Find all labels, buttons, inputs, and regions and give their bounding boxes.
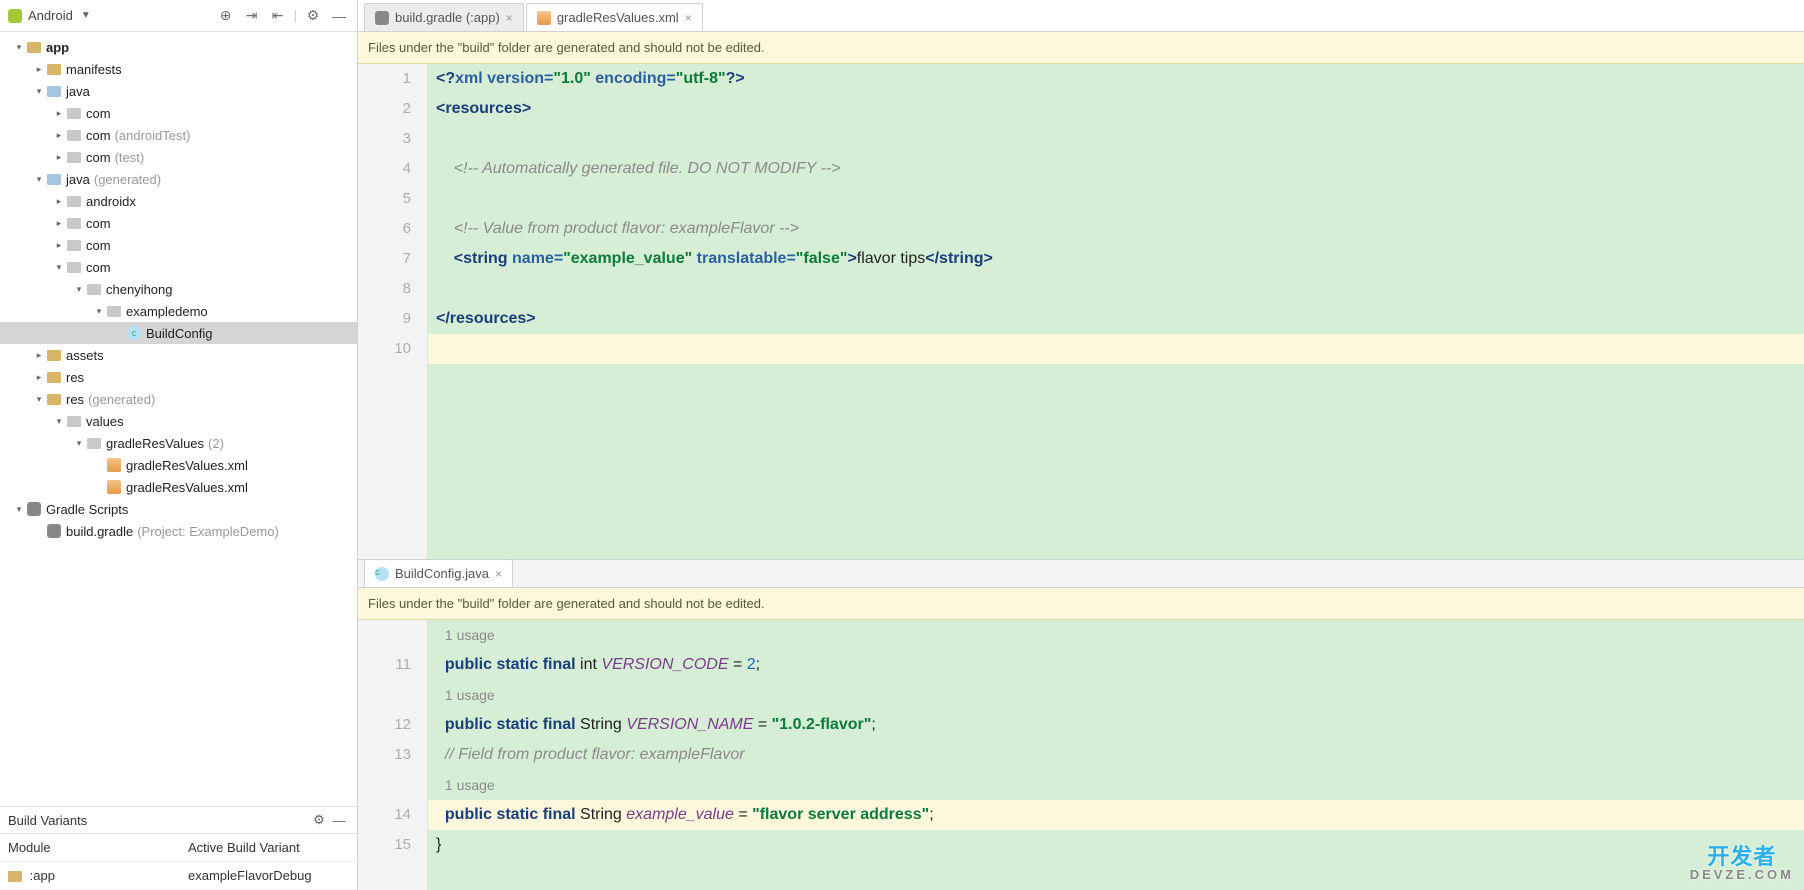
hide-icon[interactable]: — — [329, 813, 349, 828]
main-area: build.gradle (:app)×gradleResValues.xml×… — [358, 0, 1804, 890]
watermark: 开发者 DEVZE.COM — [1690, 848, 1794, 884]
xml-editor[interactable]: 12345678910 <?xml version="1.0" encoding… — [358, 64, 1804, 559]
tree-item-gradleresvalues-xml[interactable]: gradleResValues.xml — [0, 454, 357, 476]
editors: Files under the "build" folder are gener… — [358, 32, 1804, 890]
tree-item-com[interactable]: ▸com — [0, 212, 357, 234]
gear-icon[interactable]: ⚙ — [303, 6, 323, 26]
close-icon[interactable]: × — [506, 11, 513, 25]
tree-item-androidx[interactable]: ▸androidx — [0, 190, 357, 212]
tree-item-manifests[interactable]: ▸manifests — [0, 58, 357, 80]
tree-item-gradleresvalues[interactable]: ▾gradleResValues (2) — [0, 432, 357, 454]
tree-item-build-gradle[interactable]: build.gradle (Project: ExampleDemo) — [0, 520, 357, 542]
android-icon — [8, 9, 22, 23]
build-variants-table: Module Active Build Variant :app example… — [0, 834, 357, 890]
tree-item-gradleresvalues-xml[interactable]: gradleResValues.xml — [0, 476, 357, 498]
tree-item-com[interactable]: ▸com — [0, 234, 357, 256]
build-variants-header: Build Variants ⚙ — — [0, 806, 357, 834]
tree-item-com[interactable]: ▸com (androidTest) — [0, 124, 357, 146]
tree-item-res[interactable]: ▸res — [0, 366, 357, 388]
gear-icon[interactable]: ⚙ — [309, 812, 329, 828]
col-module: Module — [0, 840, 180, 855]
sidebar-toolbar: Android ▼ ⊕ ⇥ ⇤ | ⚙ — — [0, 0, 357, 32]
gutter: 12345678910 — [358, 64, 428, 559]
tree-item-values[interactable]: ▾values — [0, 410, 357, 432]
code-area[interactable]: 1 usage public static final int VERSION_… — [428, 620, 1804, 890]
generated-file-banner: Files under the "build" folder are gener… — [358, 588, 1804, 620]
close-icon[interactable]: × — [685, 11, 692, 25]
locate-icon[interactable]: ⊕ — [216, 6, 236, 26]
bottom-editor-tabs: cBuildConfig.java× — [358, 560, 1804, 588]
generated-file-banner: Files under the "build" folder are gener… — [358, 32, 1804, 64]
tab-build-gradle-app-[interactable]: build.gradle (:app)× — [364, 3, 524, 31]
project-selector-label: Android — [28, 8, 73, 23]
table-header-row: Module Active Build Variant — [0, 834, 357, 862]
code-area[interactable]: <?xml version="1.0" encoding="utf-8"?><r… — [428, 64, 1804, 559]
tree-item-app[interactable]: ▾app — [0, 36, 357, 58]
tree-item-java[interactable]: ▾java — [0, 80, 357, 102]
tree-item-gradle-scripts[interactable]: ▾Gradle Scripts — [0, 498, 357, 520]
tree-item-assets[interactable]: ▸assets — [0, 344, 357, 366]
module-cell: :app — [0, 868, 180, 883]
tree-item-java[interactable]: ▾java (generated) — [0, 168, 357, 190]
bottom-editor-pane: cBuildConfig.java× Files under the "buil… — [358, 559, 1804, 890]
tree-item-chenyihong[interactable]: ▾chenyihong — [0, 278, 357, 300]
tree-item-com[interactable]: ▾com — [0, 256, 357, 278]
collapse-icon[interactable]: ⇤ — [268, 6, 288, 26]
tab-buildconfig-java[interactable]: cBuildConfig.java× — [364, 559, 513, 587]
java-editor[interactable]: 1112131415 1 usage public static final i… — [358, 620, 1804, 890]
gutter: 1112131415 — [358, 620, 428, 890]
project-tree[interactable]: ▾app▸manifests▾java▸com▸com (androidTest… — [0, 32, 357, 806]
chevron-down-icon: ▼ — [81, 10, 91, 21]
expand-icon[interactable]: ⇥ — [242, 6, 262, 26]
tab-gradleresvalues-xml[interactable]: gradleResValues.xml× — [526, 3, 703, 31]
tree-item-buildconfig[interactable]: cBuildConfig — [0, 322, 357, 344]
close-icon[interactable]: × — [495, 567, 502, 581]
tree-item-com[interactable]: ▸com — [0, 102, 357, 124]
col-variant: Active Build Variant — [180, 840, 357, 855]
tree-item-exampledemo[interactable]: ▾exampledemo — [0, 300, 357, 322]
project-selector[interactable]: Android ▼ — [8, 8, 210, 23]
hide-icon[interactable]: — — [329, 6, 349, 26]
project-sidebar: Android ▼ ⊕ ⇥ ⇤ | ⚙ — ▾app▸manifests▾jav… — [0, 0, 358, 890]
editor-tabs: build.gradle (:app)×gradleResValues.xml× — [358, 0, 1804, 32]
tree-item-res[interactable]: ▾res (generated) — [0, 388, 357, 410]
tree-item-com[interactable]: ▸com (test) — [0, 146, 357, 168]
build-variants-title: Build Variants — [8, 813, 309, 828]
variant-cell[interactable]: exampleFlavorDebug — [180, 868, 357, 883]
table-row[interactable]: :app exampleFlavorDebug — [0, 862, 357, 890]
